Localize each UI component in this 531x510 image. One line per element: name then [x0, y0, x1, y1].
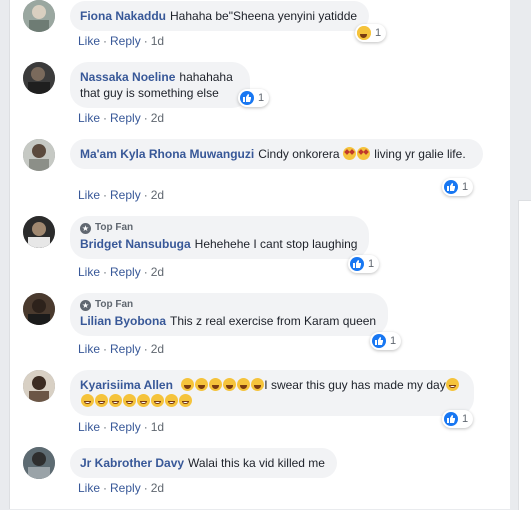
- comment-actions: Like · Reply · 2d: [78, 265, 165, 279]
- reaction-badge[interactable]: 1: [355, 24, 387, 42]
- comment-time[interactable]: 1d: [151, 34, 164, 48]
- comment-bubble: Jr Kabrother Davy Walai this ka vid kille…: [70, 448, 337, 478]
- comment-text: This z real exercise from Karam queen: [170, 314, 377, 328]
- comment-author[interactable]: Nassaka Noeline: [80, 70, 175, 84]
- laughing-emoji-icon: [180, 378, 194, 391]
- laughing-emoji-icon: [194, 378, 208, 391]
- reaction-count: 1: [462, 413, 469, 425]
- comment-text: Hahaha be"Sheena yenyini yatidde: [170, 9, 358, 23]
- star-struck-emoji-icon: [357, 147, 371, 160]
- reply-link[interactable]: Reply: [110, 265, 141, 279]
- reaction-badge[interactable]: 1: [442, 178, 474, 196]
- comment-time[interactable]: 2d: [151, 111, 164, 125]
- comment-actions: Like · Reply · 2d: [78, 481, 165, 495]
- reply-link[interactable]: Reply: [110, 420, 141, 434]
- comment-author[interactable]: Fiona Nakaddu: [80, 9, 166, 23]
- comment-bubble: ★ Top Fan Bridget Nansubuga Hehehehe I can…: [70, 216, 370, 259]
- avatar[interactable]: [23, 139, 55, 171]
- comment-text: I swear this guy has made my day: [264, 378, 446, 392]
- grinning-emoji-icon: [94, 394, 108, 407]
- laughing-emoji-icon: [236, 378, 250, 391]
- comment-author[interactable]: Kyarisiima Allen: [80, 378, 173, 392]
- avatar[interactable]: [23, 0, 55, 32]
- like-reaction-icon: [372, 334, 386, 348]
- comment-actions: Like · Reply · 2d: [78, 111, 165, 125]
- reply-link[interactable]: Reply: [110, 111, 141, 125]
- like-link[interactable]: Like: [78, 420, 100, 434]
- grinning-emoji-icon: [122, 394, 136, 407]
- reply-link[interactable]: Reply: [110, 34, 141, 48]
- laughing-emoji-icon: [208, 378, 222, 391]
- like-reaction-icon: [444, 412, 458, 426]
- reaction-count: 1: [258, 92, 265, 104]
- like-link[interactable]: Like: [78, 34, 100, 48]
- comment-time[interactable]: 2d: [151, 188, 164, 202]
- comment-actions: Like · Reply · 1d: [78, 420, 165, 434]
- comments-panel: Fiona Nakaddu Hahaha be"Sheena yenyini ya…: [9, 0, 511, 509]
- comment-bubble: ★ Top Fan Lilian Byobona This z real exerc…: [70, 293, 389, 336]
- reply-link[interactable]: Reply: [110, 342, 141, 356]
- comment-time[interactable]: 2d: [151, 265, 164, 279]
- like-link[interactable]: Like: [78, 111, 100, 125]
- comment-time[interactable]: 2d: [151, 481, 164, 495]
- like-reaction-icon: [240, 91, 254, 105]
- reaction-badge[interactable]: 1: [442, 410, 474, 428]
- right-column-card: [518, 200, 531, 510]
- like-link[interactable]: Like: [78, 342, 100, 356]
- reaction-count: 1: [375, 27, 382, 39]
- comment-bubble: Fiona Nakaddu Hahaha be"Sheena yenyini ya…: [70, 1, 370, 31]
- comment-author[interactable]: Lilian Byobona: [80, 314, 166, 328]
- avatar[interactable]: [23, 293, 55, 325]
- grinning-emoji-icon: [178, 394, 192, 407]
- comment-author[interactable]: Bridget Nansubuga: [80, 237, 191, 251]
- comment-actions: Like · Reply · 1d: [78, 34, 165, 48]
- comment-text: Cindy onkorera: [258, 147, 340, 161]
- comment-bubble: Kyarisiima Allen I swear this guy has ma…: [70, 370, 474, 416]
- reaction-count: 1: [368, 258, 375, 270]
- avatar[interactable]: [23, 62, 55, 94]
- star-struck-emoji-icon: [343, 147, 357, 160]
- reaction-count: 1: [390, 335, 397, 347]
- avatar[interactable]: [23, 370, 55, 402]
- comment-text: Walai this ka vid killed me: [188, 456, 325, 470]
- reaction-badge[interactable]: 1: [348, 255, 380, 273]
- like-link[interactable]: Like: [78, 481, 100, 495]
- haha-reaction-icon: [357, 26, 371, 40]
- reaction-badge[interactable]: 1: [370, 332, 402, 350]
- like-reaction-icon: [350, 257, 364, 271]
- like-reaction-icon: [444, 180, 458, 194]
- comment-actions: Like · Reply · 2d: [78, 342, 165, 356]
- avatar[interactable]: [23, 216, 55, 248]
- top-fan-badge: ★ Top Fan: [80, 222, 134, 234]
- comment-text-continued: living yr galie life.: [374, 147, 466, 161]
- top-fan-star-icon: ★: [80, 222, 91, 234]
- comment-bubble: Ma'am Kyla Rhona Muwanguzi Cindy onkorera…: [70, 139, 483, 169]
- reaction-count: 1: [462, 181, 469, 193]
- laughing-emoji-icon: [222, 378, 236, 391]
- reply-link[interactable]: Reply: [110, 481, 141, 495]
- comment-author[interactable]: Ma'am Kyla Rhona Muwanguzi: [80, 147, 254, 161]
- comment-author[interactable]: Jr Kabrother Davy: [80, 456, 184, 470]
- grinning-emoji-icon: [164, 394, 178, 407]
- avatar[interactable]: [23, 447, 55, 479]
- laughing-emoji-icon: [250, 378, 264, 391]
- like-link[interactable]: Like: [78, 265, 100, 279]
- top-fan-badge: ★ Top Fan: [80, 299, 134, 311]
- comment-bubble: Nassaka Noeline hahahaha that guy is some…: [70, 62, 250, 108]
- comment-actions: Like · Reply · 2d: [78, 188, 165, 202]
- top-fan-star-icon: ★: [80, 299, 91, 311]
- grinning-emoji-icon: [80, 394, 94, 407]
- grinning-emoji-icon: [136, 394, 150, 407]
- grinning-emoji-icon: [108, 394, 122, 407]
- comment-time[interactable]: 1d: [151, 420, 164, 434]
- grinning-emoji-icon: [150, 394, 164, 407]
- comment-text: Hehehehe I cant stop laughing: [194, 237, 358, 251]
- reply-link[interactable]: Reply: [110, 188, 141, 202]
- like-link[interactable]: Like: [78, 188, 100, 202]
- reaction-badge[interactable]: 1: [238, 89, 270, 107]
- grinning-emoji-icon: [446, 378, 460, 391]
- comment-time[interactable]: 2d: [151, 342, 164, 356]
